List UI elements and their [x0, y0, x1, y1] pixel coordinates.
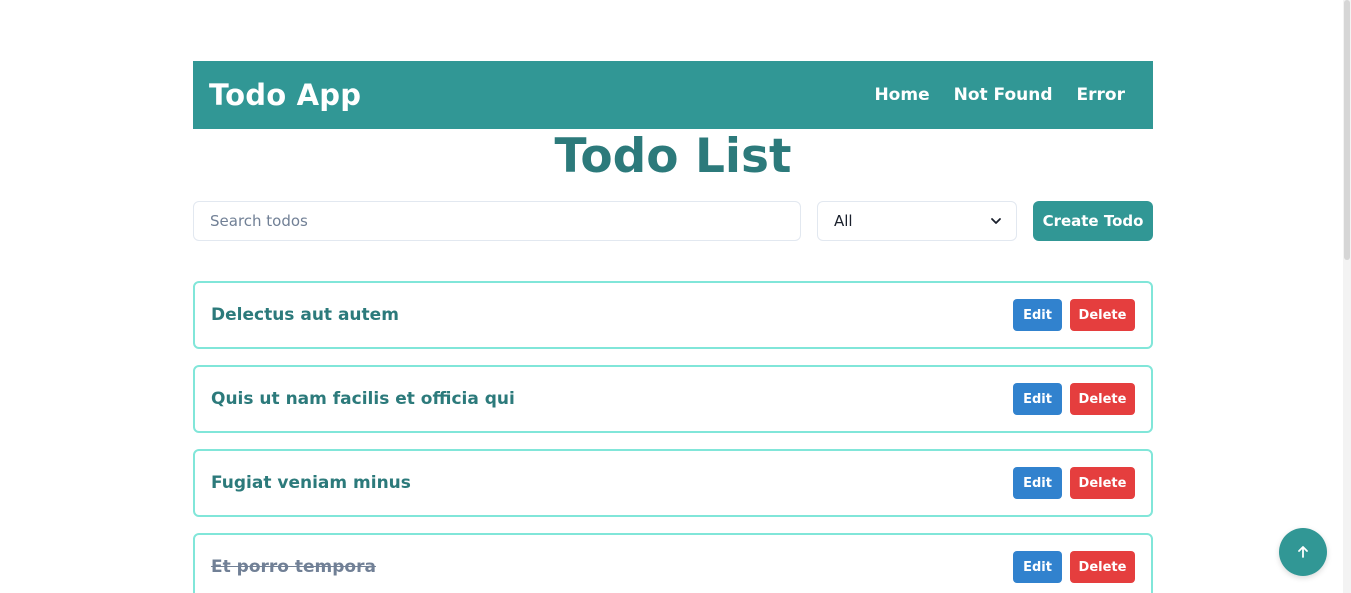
todo-item: Fugiat veniam minus Edit Delete [193, 449, 1153, 517]
todo-actions: Edit Delete [1013, 467, 1135, 499]
nav-link-error[interactable]: Error [1077, 85, 1125, 105]
delete-button[interactable]: Delete [1070, 467, 1135, 499]
navbar: Todo App Home Not Found Error [193, 61, 1153, 129]
edit-button[interactable]: Edit [1013, 467, 1062, 499]
page: Todo App Home Not Found Error Todo List … [0, 0, 1351, 593]
todo-item: Delectus aut autem Edit Delete [193, 281, 1153, 349]
scroll-to-top-button[interactable] [1279, 528, 1327, 576]
todo-controls: All Create Todo [193, 201, 1153, 241]
arrow-up-icon [1298, 546, 1308, 558]
edit-button[interactable]: Edit [1013, 551, 1062, 583]
todo-title[interactable]: Delectus aut autem [211, 305, 399, 325]
nav-links: Home Not Found Error [874, 85, 1125, 105]
todo-title-completed[interactable]: Et porro tempora [211, 557, 376, 577]
todo-actions: Edit Delete [1013, 299, 1135, 331]
filter-select[interactable]: All [817, 201, 1017, 241]
page-title: Todo List [554, 129, 792, 184]
todo-item: Et porro tempora Edit Delete [193, 533, 1153, 593]
create-todo-button[interactable]: Create Todo [1033, 201, 1153, 241]
scrollbar[interactable] [1343, 0, 1351, 593]
todo-title[interactable]: Fugiat veniam minus [211, 473, 411, 493]
delete-button[interactable]: Delete [1070, 299, 1135, 331]
delete-button[interactable]: Delete [1070, 383, 1135, 415]
nav-link-not-found[interactable]: Not Found [954, 85, 1053, 105]
app-container: Todo App Home Not Found Error Todo List … [193, 61, 1153, 593]
todo-item: Quis ut nam facilis et officia qui Edit … [193, 365, 1153, 433]
edit-button[interactable]: Edit [1013, 383, 1062, 415]
nav-link-home[interactable]: Home [874, 85, 929, 105]
chevron-down-icon [991, 218, 1001, 224]
scrollbar-thumb[interactable] [1344, 0, 1350, 260]
todo-title[interactable]: Quis ut nam facilis et officia qui [211, 389, 515, 409]
delete-button[interactable]: Delete [1070, 551, 1135, 583]
todo-list: Delectus aut autem Edit Delete Quis ut n… [193, 281, 1153, 593]
search-input[interactable] [193, 201, 801, 241]
todo-actions: Edit Delete [1013, 551, 1135, 583]
brand-logo[interactable]: Todo App [209, 78, 361, 112]
todo-actions: Edit Delete [1013, 383, 1135, 415]
edit-button[interactable]: Edit [1013, 299, 1062, 331]
filter-select-value: All [834, 212, 853, 230]
